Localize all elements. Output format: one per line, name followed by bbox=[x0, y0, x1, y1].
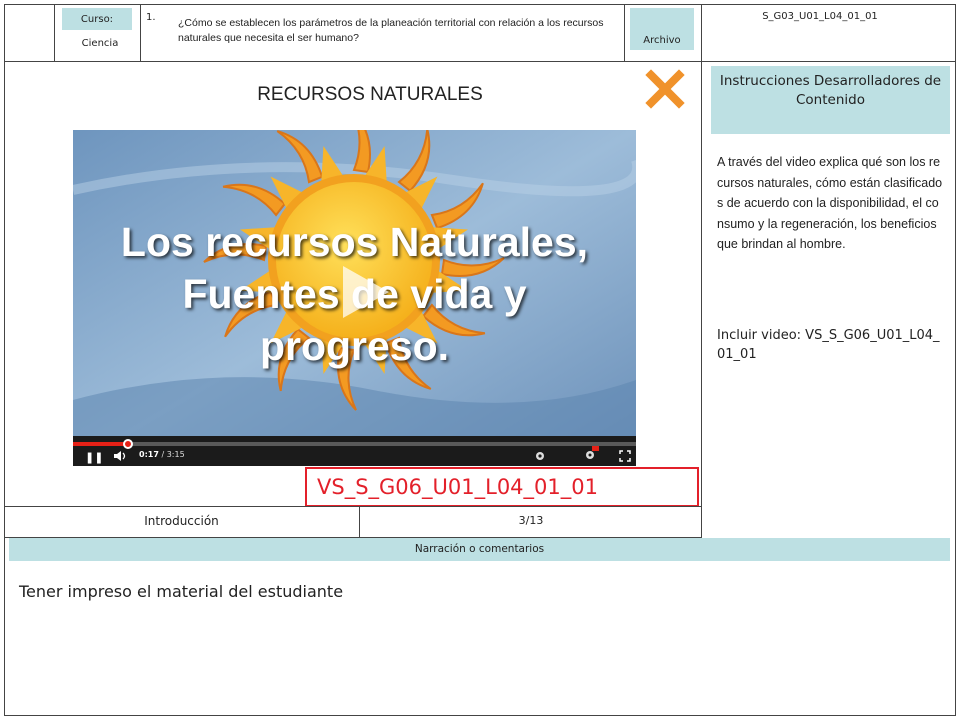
progress-fill bbox=[73, 442, 128, 446]
instructions-title: Instrucciones Desarrolladores de Conteni… bbox=[711, 66, 950, 134]
time-display: 0:17 / 3:15 bbox=[139, 450, 185, 459]
slide-title: RECURSOS NATURALES bbox=[257, 84, 483, 105]
close-x-icon[interactable] bbox=[642, 66, 688, 112]
narration-panel bbox=[4, 538, 956, 716]
instructions-body: A través del video explica qué son los r… bbox=[717, 155, 943, 251]
header-divider bbox=[701, 4, 702, 62]
question-text: ¿Cómo se establecen los parámetros de la… bbox=[178, 17, 604, 44]
archivo-label: Archivo bbox=[630, 8, 694, 50]
hd-badge-icon[interactable] bbox=[585, 446, 599, 460]
header-divider bbox=[54, 4, 55, 62]
course-value: Ciencia bbox=[81, 38, 119, 49]
fullscreen-icon[interactable] bbox=[619, 450, 631, 462]
progress-knob[interactable] bbox=[122, 439, 133, 449]
narration-label: Narración o comentarios bbox=[9, 538, 950, 561]
pause-icon[interactable]: ❚❚ bbox=[85, 451, 103, 464]
file-code: S_G03_U01_L04_01_01 bbox=[762, 11, 878, 22]
narration-text: Tener impreso el material del estudiante bbox=[19, 582, 344, 601]
video-player[interactable]: Los recursos Naturales, Fuentes de vida … bbox=[73, 130, 636, 466]
volume-icon[interactable] bbox=[113, 450, 129, 462]
curso-label: Curso: bbox=[62, 8, 132, 30]
section-name: Introducción bbox=[144, 514, 219, 528]
include-video-note: Incluir video: VS_S_G06_U01_L04_01_01 bbox=[717, 328, 940, 362]
settings-icon[interactable] bbox=[535, 451, 545, 461]
video-code-label: VS_S_G06_U01_L04_01_01 bbox=[305, 467, 699, 507]
page-number: 3/13 bbox=[518, 514, 544, 527]
progress-track[interactable] bbox=[73, 442, 636, 446]
play-icon[interactable] bbox=[329, 260, 393, 324]
header-divider bbox=[140, 4, 141, 62]
header-divider bbox=[624, 4, 625, 62]
question-number: 1. bbox=[146, 12, 156, 23]
